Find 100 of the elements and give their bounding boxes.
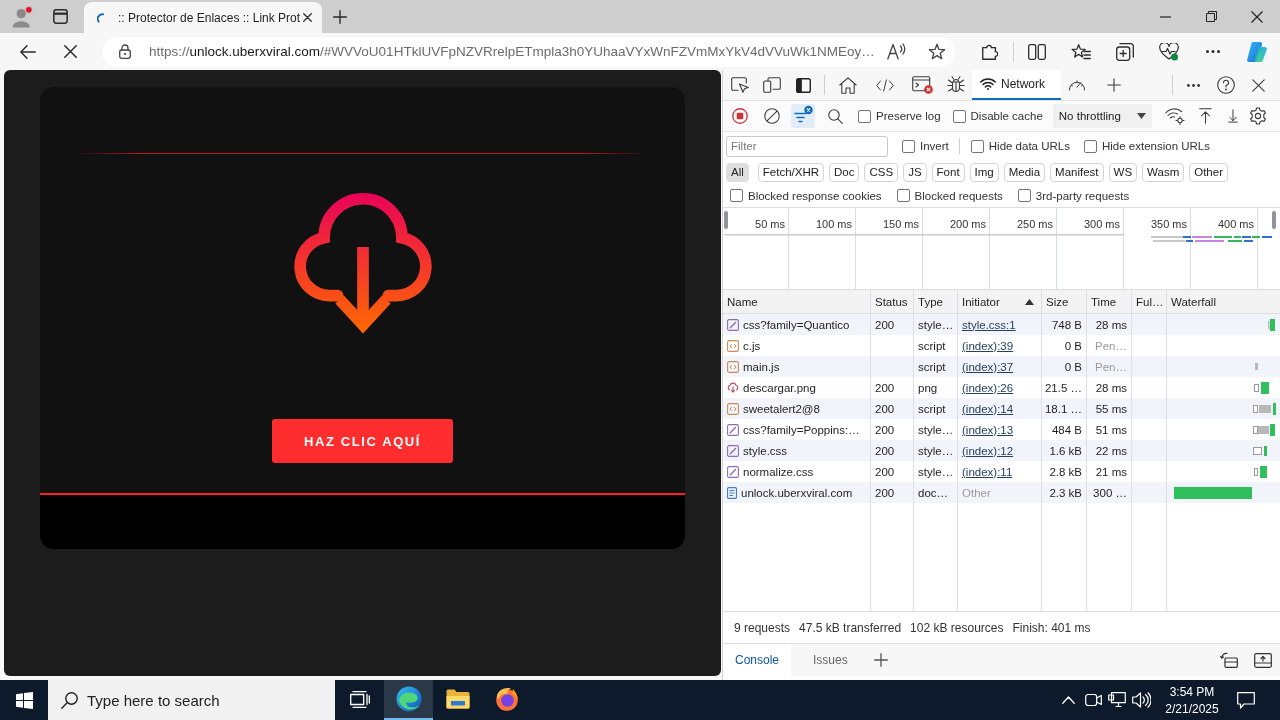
minimize-icon[interactable] [1159,15,1171,18]
restore-icon[interactable] [1205,11,1217,22]
drawer-tab[interactable]: Issues [801,644,860,676]
network-settings-icon[interactable] [1165,107,1185,125]
request-name[interactable]: unlock.uberxviral.com [741,486,853,499]
request-name[interactable]: descargar.png [743,381,816,394]
clear-icon[interactable] [763,108,780,124]
column-header[interactable]: Size [1042,290,1087,313]
type-filter-button[interactable]: JS [903,162,927,182]
panel-rotate-icon[interactable] [1220,652,1238,668]
more-icon[interactable] [1186,83,1200,87]
type-filter-button[interactable]: Manifest [1050,162,1104,182]
initiator-link[interactable]: (index):14 [962,402,1014,415]
read-aloud-icon[interactable] [887,43,907,60]
more-icon[interactable] [1206,50,1220,53]
checkbox[interactable] [902,139,915,153]
column-header[interactable]: Initiator [958,290,1042,313]
download-icon[interactable] [1228,109,1238,123]
checkbox[interactable] [896,189,910,202]
range-handle[interactable] [724,211,728,229]
checkbox[interactable] [1017,189,1031,202]
initiator-link[interactable]: (index):37 [962,360,1014,373]
browser-tab[interactable]: :: Protector de Enlaces :: Link Prot [84,2,322,33]
type-filter-button[interactable]: WS [1108,162,1138,182]
checkbox-label[interactable]: Blocked requests [914,189,1003,202]
swirl-logo-icon[interactable] [1246,40,1268,63]
checkbox-label[interactable]: Preserve log [876,110,941,122]
back-arrow-icon[interactable] [20,44,36,59]
checkbox-label[interactable]: Disable cache [970,110,1043,122]
split-screen-icon[interactable] [1028,43,1046,60]
initiator-link[interactable]: (index):26 [962,381,1014,394]
request-name[interactable]: style.css [743,444,788,457]
request-name[interactable]: sweetalert2@8 [743,402,820,415]
settings-icon[interactable] [1249,107,1267,125]
initiator-link[interactable]: (index):11 [962,465,1013,478]
type-filter-button[interactable]: Other [1189,162,1228,182]
column-header[interactable]: Type [914,290,958,313]
request-name[interactable]: normalize.css [743,465,814,478]
type-filter-button[interactable]: Doc [829,162,860,182]
type-filter-button[interactable]: Font [931,162,965,182]
filter-icon[interactable] [791,104,815,128]
checkbox[interactable] [730,189,743,202]
checkbox-label[interactable]: 3rd-party requests [1035,189,1130,202]
help-icon[interactable] [1216,76,1235,94]
action-button[interactable]: HAZ CLIC AQUÍ [272,419,453,463]
network-icon[interactable] [1108,692,1126,708]
console-icon[interactable] [911,76,933,94]
type-filter-button[interactable]: Fetch/XHR [757,162,825,182]
gauge-icon[interactable] [1068,79,1086,91]
speaker-icon[interactable] [1132,692,1151,708]
column-header[interactable]: Name [723,290,871,313]
taskbar-button[interactable] [384,680,433,720]
checkbox[interactable] [1083,139,1097,153]
star-icon[interactable] [928,43,946,60]
plus-icon[interactable] [333,9,347,24]
initiator-link[interactable]: (index):39 [962,339,1014,352]
drawer-tab[interactable]: Console [723,644,792,676]
collections-icon[interactable] [1116,42,1134,61]
request-name[interactable]: c.js [743,339,761,352]
camera-icon[interactable] [1084,693,1102,707]
type-filter-button[interactable]: Wasm [1142,162,1185,182]
filter-field[interactable]: Filter [726,135,888,157]
range-handle[interactable] [1272,211,1276,229]
plus-icon[interactable] [1107,78,1121,92]
checkbox-label[interactable]: Blocked response cookies [748,189,882,202]
heart-pulse-icon[interactable] [1159,42,1179,61]
checkbox[interactable] [952,109,966,123]
puzzle-icon[interactable] [982,43,998,60]
dock-icon[interactable] [796,77,811,93]
type-filter-button[interactable]: Img [969,162,999,182]
checkbox[interactable] [858,109,871,123]
inspect-icon[interactable] [731,77,749,93]
initiator-link[interactable]: (index):13 [962,423,1014,436]
chat-bubble-icon[interactable] [1237,691,1255,709]
type-filter-button[interactable]: Media [1003,162,1046,182]
taskbar-search-field[interactable]: Type here to search [48,680,335,720]
column-header[interactable]: Ful… [1132,290,1167,313]
throttling-dropdown[interactable]: No throttling [1052,104,1152,128]
request-name[interactable]: css?family=Quantico [743,318,850,331]
close-icon[interactable] [1251,78,1265,92]
checkbox-label[interactable]: Hide extension URLs [1101,140,1210,152]
chevron-up-icon[interactable] [1062,696,1075,704]
record-icon[interactable] [732,108,748,124]
home-icon[interactable] [838,76,857,94]
type-filter-button[interactable]: All [726,162,749,182]
close-icon[interactable] [1251,10,1263,23]
start-icon[interactable] [15,691,33,709]
checkbox-label[interactable]: Hide data URLs [988,140,1070,152]
code-icon[interactable] [876,78,894,92]
bug-icon[interactable] [947,76,965,94]
window-icon[interactable] [52,9,68,24]
favorites-icon[interactable] [1071,43,1091,60]
cross-icon[interactable] [63,45,77,58]
column-header[interactable]: Status [871,290,914,313]
column-header[interactable]: Waterfall [1167,290,1280,313]
initiator-link[interactable]: (index):12 [962,444,1014,457]
close-icon[interactable] [303,13,312,22]
search-icon[interactable] [828,108,843,124]
plus-icon[interactable] [873,653,888,667]
checkbox[interactable] [970,139,984,153]
